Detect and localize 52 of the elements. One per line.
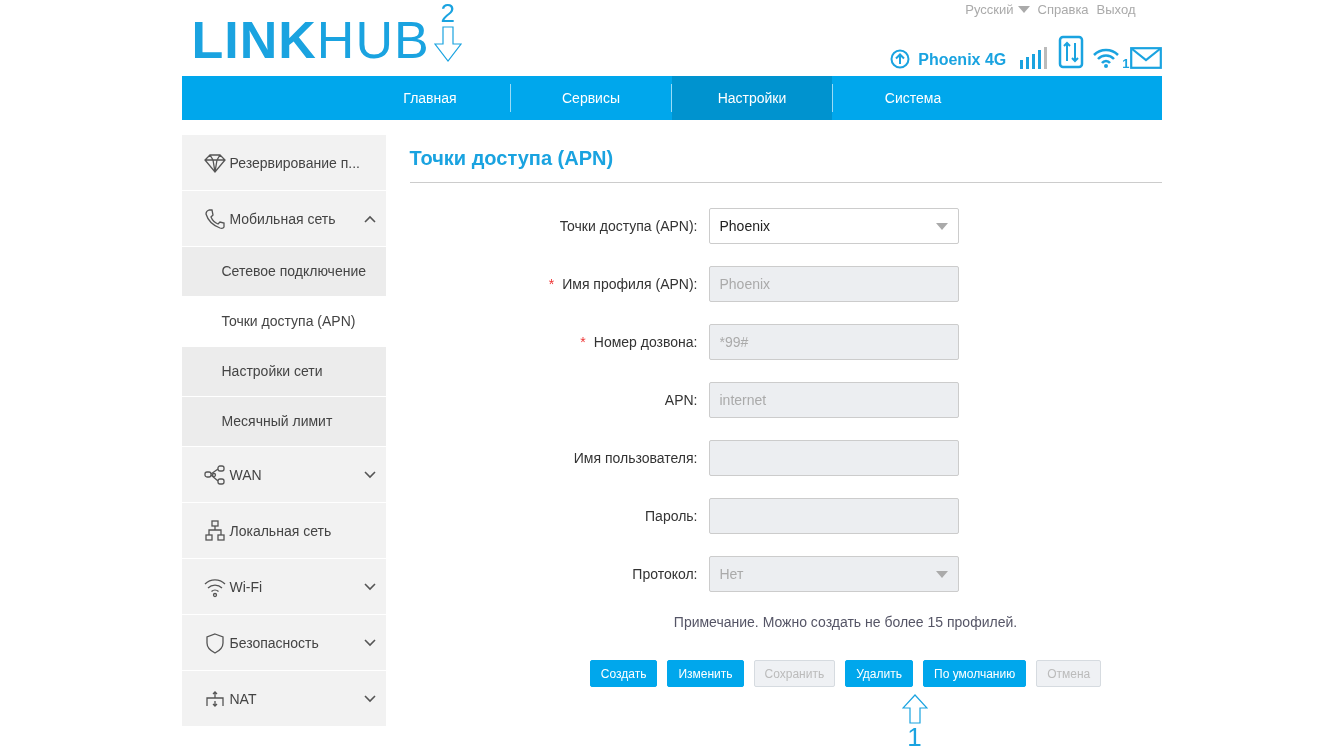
nav-tab[interactable]: Настройки [672,76,832,120]
required-mark: * [580,334,586,350]
field-label: Имя пользователя: [573,450,698,466]
field-label: Пароль: [645,508,698,524]
diamond-icon [203,151,226,174]
header-link[interactable]: Русский [965,2,1014,17]
field-label: Протокол: [632,566,698,582]
caret-icon [1017,6,1030,13]
required-mark: * [548,276,555,292]
sidebar-item[interactable]: NAT [181,671,386,726]
action-button[interactable]: Изменить [667,660,744,687]
network-nodes-icon [203,463,226,486]
nav-tab[interactable]: Система [833,76,993,120]
phone-icon [203,207,226,230]
network-name: Phoenix 4G [918,51,1007,69]
field-label: Имя профиля (APN): [562,276,698,292]
logo: LINKHUB [191,12,430,68]
sidebar-item[interactable]: Wi-Fi [181,559,386,614]
action-button[interactable]: По умолчанию [923,660,1027,687]
field-label: Номер дозвона: [593,334,698,350]
note-text: Примечание. Можно создать не более 15 профилей. [673,614,1018,630]
sidebar-subitem[interactable]: Сетевое подключение [181,247,386,296]
field-label: APN: [664,392,698,408]
sidebar-subitem[interactable]: Настройки сети [181,347,386,396]
shield-icon [203,631,226,654]
annotation-number: 1 [907,724,922,750]
up-arrow-icon [901,694,928,724]
nav-tab[interactable]: Главная [350,76,510,120]
down-arrow-icon [433,26,462,62]
lan-icon [203,519,226,542]
wifi-client-count: 1 [1122,56,1130,71]
sidebar-subitem[interactable]: Месячный лимит [181,397,386,446]
sidebar-item[interactable]: Безопасность [181,615,386,670]
wifi-icon [1092,47,1121,69]
sidebar-item[interactable]: WAN [181,447,386,502]
field-label: Точки доступа (APN): [559,218,698,234]
sidebar-item[interactable]: Резервирование п... [181,135,386,190]
header-link[interactable]: Выход [1096,2,1136,17]
action-button[interactable]: Создать [589,660,658,687]
select-field[interactable]: Phoenix [708,208,959,244]
annotation-number: 2 [440,0,455,26]
dropdown-caret-icon [935,570,948,578]
dropdown-caret-icon [935,222,948,230]
page-title: Точки доступа (APN) [409,147,1162,183]
sidebar-item[interactable]: Локальная сеть [181,503,386,558]
upload-circle-icon [890,49,911,69]
sidebar-item[interactable]: Мобильная сеть [181,191,386,246]
nav-tab[interactable]: Сервисы [511,76,671,120]
mail-icon[interactable] [1129,47,1162,69]
action-button[interactable]: Удалить [845,660,913,687]
header-link[interactable]: Справка [1037,2,1089,17]
data-transfer-icon [1058,35,1085,69]
